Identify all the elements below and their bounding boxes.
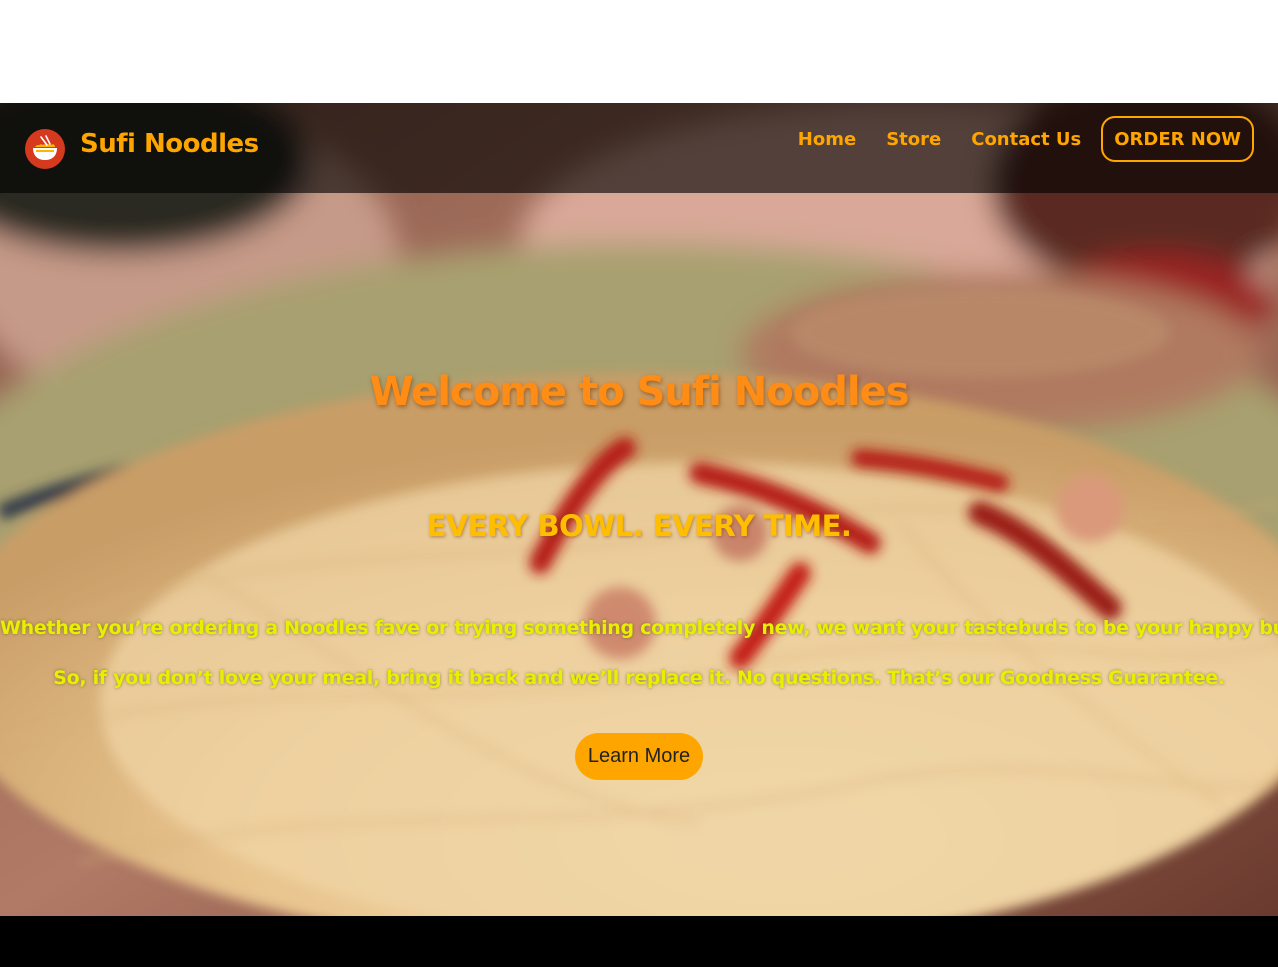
hero-title: Welcome to Sufi Noodles [369, 369, 909, 415]
footer-bar [0, 916, 1278, 967]
hero-section: Sufi Noodles Home Store Contact Us ORDER… [0, 103, 1278, 916]
hero-content: Welcome to Sufi Noodles EVERY BOWL. EVER… [0, 103, 1278, 916]
hero-paragraph-2: So, if you don’t love your meal, bring i… [53, 667, 1225, 689]
hero-paragraph-1: Whether you’re ordering a Noodles fave o… [0, 617, 1278, 639]
learn-more-button[interactable]: Learn More [575, 733, 703, 780]
top-blank-area [0, 0, 1278, 103]
hero-tagline: EVERY BOWL. EVERY TIME. [426, 509, 852, 543]
